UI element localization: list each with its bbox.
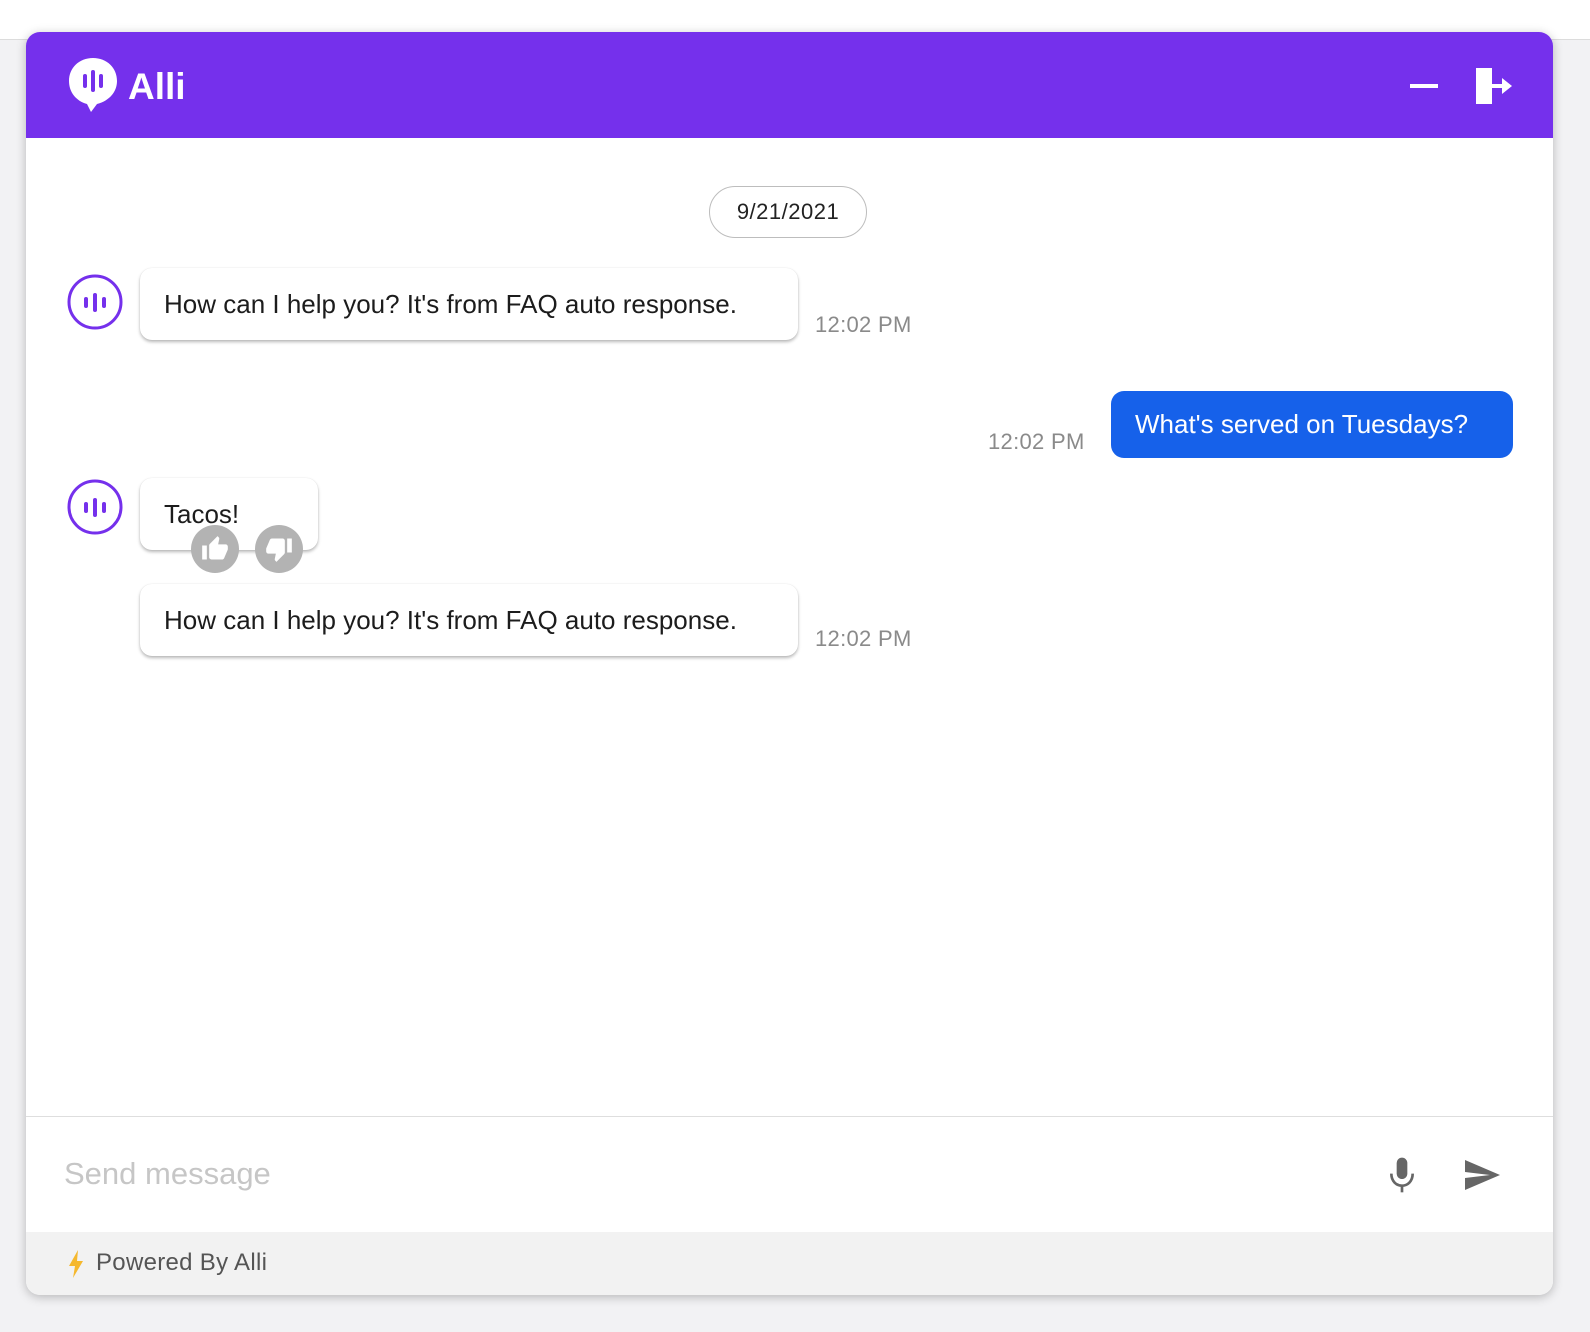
microphone-button[interactable] xyxy=(1386,1155,1418,1195)
message-timestamp: 12:02 PM xyxy=(988,429,1085,454)
chat-header: Alli xyxy=(26,32,1553,138)
header-title: Alli xyxy=(128,66,186,107)
bot-message-bubble: How can I help you? It's from FAQ auto r… xyxy=(140,584,798,656)
thumbs-down-icon xyxy=(266,538,292,562)
powered-by-text: Powered By Alli xyxy=(96,1249,268,1276)
send-icon xyxy=(1465,1160,1500,1190)
message-composer xyxy=(26,1116,1553,1232)
thumbs-up-icon xyxy=(202,536,228,560)
microphone-icon xyxy=(1390,1157,1414,1193)
widget-footer: Powered By Alli xyxy=(26,1232,1553,1295)
message-timestamp: 12:02 PM xyxy=(815,312,912,337)
message-list: 9/21/2021 How can I help you? It's from … xyxy=(26,138,1553,1116)
message-timestamp: 12:02 PM xyxy=(815,626,912,651)
exit-icon xyxy=(1476,68,1512,104)
minimize-icon xyxy=(1410,84,1438,88)
date-separator: 9/21/2021 xyxy=(709,186,867,238)
message-input[interactable] xyxy=(64,1147,1364,1201)
bot-message-bubble: How can I help you? It's from FAQ auto r… xyxy=(140,268,798,340)
chat-widget: Alli 9/21/2021 How can I help you? It's … xyxy=(26,32,1553,1295)
alli-logo-icon xyxy=(69,58,117,112)
send-button[interactable] xyxy=(1462,1157,1502,1193)
minimize-button[interactable] xyxy=(1402,64,1446,108)
thumbs-up-button[interactable] xyxy=(191,525,239,573)
thumbs-down-button[interactable] xyxy=(255,525,303,573)
lightning-bolt-icon xyxy=(69,1250,83,1278)
user-message-bubble: What's served on Tuesdays? xyxy=(1111,391,1513,458)
alli-avatar-icon xyxy=(67,274,123,330)
alli-avatar-icon xyxy=(67,479,123,535)
exit-button[interactable] xyxy=(1470,64,1514,108)
